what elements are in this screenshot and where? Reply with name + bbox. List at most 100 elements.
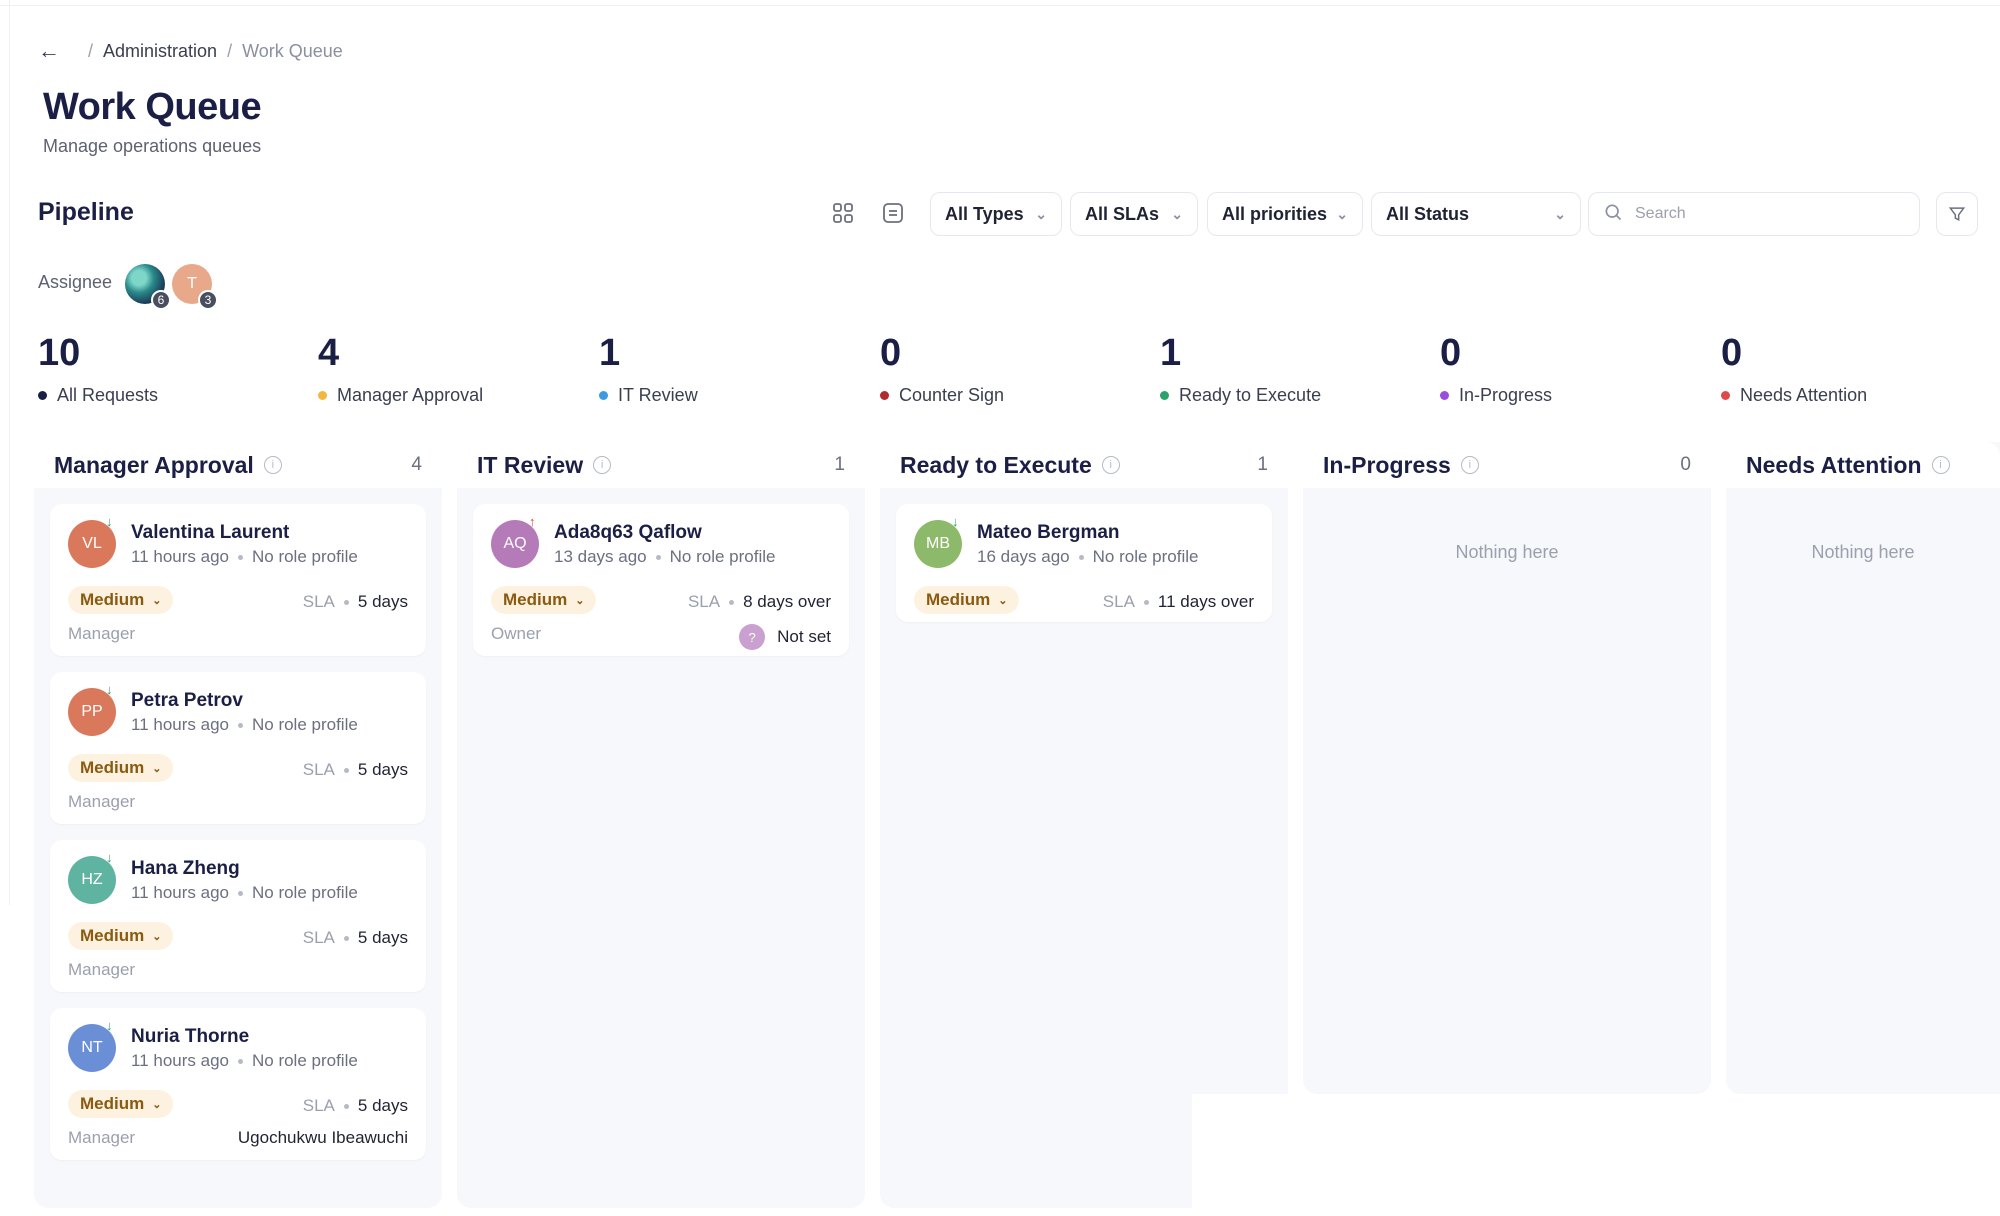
assignee-avatar[interactable]: T 3: [172, 264, 218, 310]
separator-dot: [655, 555, 661, 561]
stat-value: 0: [1721, 332, 1743, 374]
chevron-down-icon: ⌄: [152, 594, 162, 607]
card-time: 16 days ago: [977, 547, 1070, 566]
assignee-initials: T: [187, 275, 197, 292]
sla-value: 8 days over: [743, 592, 831, 611]
column-count: 1: [1257, 454, 1268, 475]
priority-label: Medium: [503, 590, 568, 609]
stat-label: Needs Attention: [1721, 385, 1867, 406]
breadcrumb-administration[interactable]: Administration: [103, 41, 217, 62]
stat-label-text: IT Review: [618, 385, 698, 405]
filter-slas-select[interactable]: All SLAs ⌄: [1070, 192, 1198, 236]
chevron-down-icon: ⌄: [1336, 205, 1348, 222]
funnel-icon[interactable]: [1936, 192, 1978, 236]
chevron-down-icon: ⌄: [1171, 205, 1183, 222]
card-role: No role profile: [669, 547, 776, 566]
stat-label: All Requests: [38, 385, 158, 406]
chevron-down-icon: ⌄: [152, 762, 162, 775]
sla-info: SLA 8 days over: [688, 592, 831, 612]
request-card[interactable]: PP ↓ Petra Petrov 11 hours ago No role profi…: [50, 672, 426, 824]
request-card[interactable]: VL ↓ Valentina Laurent 11 hours ago No role …: [50, 504, 426, 656]
column-header: Manager Approval i 4: [34, 442, 442, 488]
stat-5[interactable]: 0 In-Progress: [1440, 332, 1552, 406]
card-role: No role profile: [251, 1051, 358, 1070]
card-meta: 11 hours ago No role profile: [131, 1051, 358, 1071]
field-value[interactable]: ? Not set: [739, 624, 831, 650]
stat-1[interactable]: 4 Manager Approval: [318, 332, 483, 406]
field-value-text: Ugochukwu Ibeawuchi: [237, 1128, 408, 1147]
card-time: 13 days ago: [554, 547, 647, 566]
stat-2[interactable]: 1 IT Review: [599, 332, 698, 406]
status-dot-icon: [38, 391, 47, 400]
filter-priorities-select[interactable]: All priorities ⌄: [1207, 192, 1363, 236]
search-input[interactable]: Search: [1588, 192, 1920, 236]
page-title: Work Queue: [43, 86, 262, 128]
column-1: Manager Approval i 4 VL ↓ Valentina Laurent 11…: [34, 442, 442, 1208]
page-subtitle: Manage operations queues: [43, 136, 262, 156]
breadcrumb: ← / Administration / Work Queue: [38, 40, 343, 62]
assignee-count-badge: 6: [151, 290, 171, 310]
column-count: 1: [834, 454, 845, 475]
priority-label: Medium: [80, 926, 145, 945]
stat-label-text: Manager Approval: [337, 385, 484, 405]
stat-label-text: Counter Sign: [899, 385, 1005, 405]
field-label: Manager: [68, 1128, 136, 1147]
card-meta: 11 hours ago No role profile: [131, 715, 358, 735]
empty-state: Nothing here: [1811, 542, 1915, 562]
request-card[interactable]: NT ↓ Nuria Thorne 11 hours ago No role profi…: [50, 1008, 426, 1160]
stat-value: 10: [38, 332, 81, 374]
column-title: Ready to Execute: [900, 451, 1092, 478]
request-card[interactable]: MB ↓ Mateo Bergman 16 days ago No role profi…: [896, 504, 1272, 622]
info-icon[interactable]: i: [1460, 456, 1479, 474]
status-dot-icon: [1721, 391, 1730, 400]
card-meta: 11 hours ago No role profile: [131, 547, 358, 567]
priority-select[interactable]: Medium ⌄: [68, 754, 174, 782]
arrow-left-icon[interactable]: ←: [38, 40, 60, 62]
field-value[interactable]: Ugochukwu Ibeawuchi: [238, 1128, 408, 1148]
requester-name: Valentina Laurent: [131, 522, 290, 543]
card-role: No role profile: [251, 715, 358, 734]
priority-select[interactable]: Medium ⌄: [491, 586, 597, 614]
filter-status-select[interactable]: All Status ⌄: [1371, 192, 1581, 236]
left-border: [0, 0, 10, 905]
status-dot-icon: [880, 391, 889, 400]
priority-label: Medium: [926, 590, 991, 609]
top-border: [0, 0, 2000, 6]
list-icon[interactable]: [880, 200, 906, 226]
grid-icon[interactable]: [830, 200, 856, 226]
info-icon[interactable]: i: [1101, 456, 1120, 474]
column-header: Ready to Execute i 1: [880, 442, 1288, 488]
chevron-down-icon: ⌄: [575, 594, 585, 607]
chevron-down-icon: ⌄: [152, 930, 162, 943]
separator-dot: [237, 1059, 243, 1065]
request-card[interactable]: AQ ↑ Ada8q63 Qaflow 13 days ago No role prof…: [473, 504, 849, 656]
sla-value: 5 days: [357, 760, 408, 779]
sla-value: 11 days over: [1157, 592, 1254, 611]
priority-select[interactable]: Medium ⌄: [914, 586, 1020, 614]
stat-3[interactable]: 0 Counter Sign: [880, 332, 1004, 406]
stat-6[interactable]: 0 Needs Attention: [1721, 332, 1867, 406]
sla-info: SLA 11 days over: [1103, 592, 1254, 612]
question-icon: ?: [739, 624, 766, 650]
info-icon[interactable]: i: [593, 456, 612, 474]
sla-info: SLA 5 days: [303, 592, 408, 612]
info-icon[interactable]: i: [1931, 456, 1950, 474]
assignee-avatar[interactable]: 6: [125, 264, 171, 310]
stat-label: In-Progress: [1440, 385, 1552, 406]
priority-select[interactable]: Medium ⌄: [68, 1090, 174, 1118]
card-role: No role profile: [251, 883, 358, 902]
chevron-down-icon: ⌄: [1035, 205, 1047, 222]
priority-select[interactable]: Medium ⌄: [68, 586, 174, 614]
filter-types-select[interactable]: All Types ⌄: [930, 192, 1062, 236]
separator-dot: [237, 555, 243, 561]
stat-value: 0: [1440, 332, 1462, 374]
priority-select[interactable]: Medium ⌄: [68, 922, 174, 950]
separator-dot: [343, 936, 349, 942]
stat-4[interactable]: 1 Ready to Execute: [1160, 332, 1321, 406]
requester-name: Nuria Thorne: [131, 1026, 250, 1047]
status-dot-icon: [599, 391, 608, 400]
info-icon[interactable]: i: [263, 456, 282, 474]
request-card[interactable]: HZ ↓ Hana Zheng 11 hours ago No role profile…: [50, 840, 426, 992]
priority-arrow-icon: ↓: [106, 850, 113, 865]
stat-0[interactable]: 10 All Requests: [38, 332, 158, 406]
